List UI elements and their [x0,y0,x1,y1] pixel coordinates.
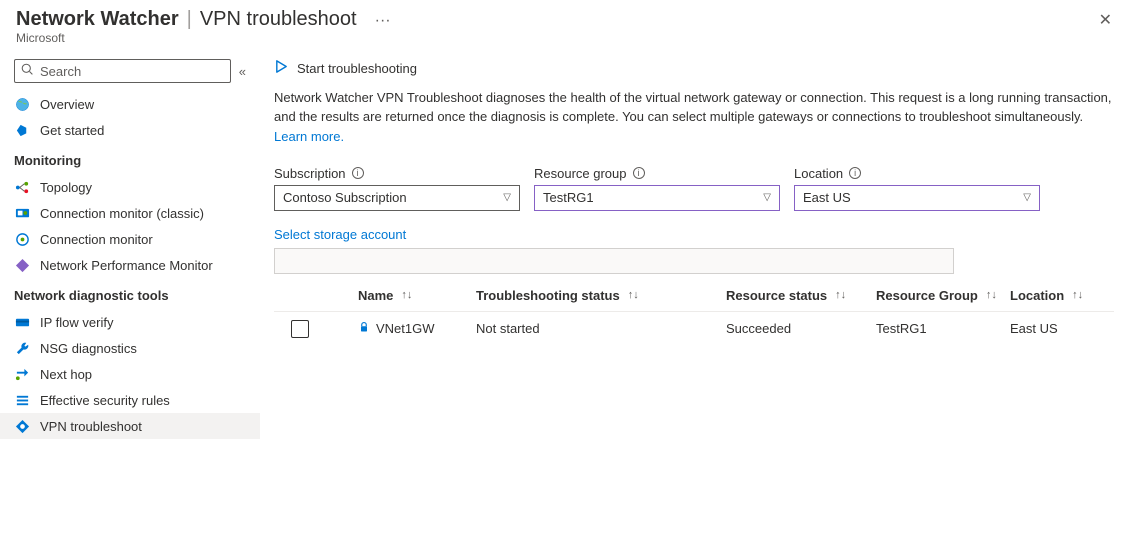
col-header-rg[interactable]: Resource Group↑↓ [876,288,1010,303]
lock-icon [358,321,370,336]
collapse-sidebar-icon[interactable]: « [239,64,246,79]
subscription-dropdown[interactable]: Contoso Subscription ▽ [274,185,520,211]
group-diag: Network diagnostic tools [0,278,260,309]
location-label: Location [794,166,843,181]
description-text: Network Watcher VPN Troubleshoot diagnos… [274,89,1114,129]
sidebar-item-label: Next hop [40,367,92,382]
main-content: Start troubleshooting Network Watcher VP… [260,51,1128,443]
sidebar-item-conn-monitor[interactable]: Connection monitor [0,226,260,252]
results-table: Name↑↓ Troubleshooting status↑↓ Resource… [274,280,1114,346]
cell-rs: Succeeded [726,321,876,336]
col-header-loc[interactable]: Location↑↓ [1010,288,1110,303]
col-header-rs[interactable]: Resource status↑↓ [726,288,876,303]
sidebar-item-overview[interactable]: Overview [0,91,260,117]
sidebar-item-vpn-troubleshoot[interactable]: VPN troubleshoot [0,413,260,439]
close-icon[interactable]: ✕ [1099,10,1112,30]
chevron-down-icon: ▽ [763,192,771,203]
info-icon[interactable]: i [352,167,364,179]
topology-icon [14,179,30,195]
cell-ts: Not started [476,321,726,336]
sort-icon: ↑↓ [622,289,639,301]
monitor-classic-icon [14,205,30,221]
list-icon [14,392,30,408]
sort-icon: ↑↓ [395,289,412,301]
group-monitoring: Monitoring [0,143,260,174]
table-row[interactable]: VNet1GW Not started Succeeded TestRG1 Ea… [274,311,1114,346]
dropdown-value: East US [803,190,851,205]
cell-loc: East US [1010,321,1110,336]
sidebar-item-label: Connection monitor [40,232,153,247]
rocket-icon [14,122,30,138]
col-header-name[interactable]: Name↑↓ [358,288,476,303]
sidebar-item-label: Overview [40,97,94,112]
sort-icon: ↑↓ [829,289,846,301]
filter-row: Subscription i Contoso Subscription ▽ Re… [274,166,1114,211]
sort-icon: ↑↓ [980,289,997,301]
page-name: VPN troubleshoot [200,8,357,31]
header-subtitle: Microsoft [16,31,1112,45]
card-icon [14,314,30,330]
sidebar-item-next-hop[interactable]: Next hop [0,361,260,387]
play-icon[interactable] [274,59,289,77]
sidebar-item-label: NSG diagnostics [40,341,137,356]
row-checkbox[interactable] [291,320,309,338]
sidebar-item-get-started[interactable]: Get started [0,117,260,143]
info-icon[interactable]: i [633,167,645,179]
search-icon [21,63,34,79]
info-icon[interactable]: i [849,167,861,179]
sidebar: Search « Overview Get started Monitoring… [0,51,260,443]
sidebar-item-conn-monitor-classic[interactable]: Connection monitor (classic) [0,200,260,226]
vpn-icon [14,418,30,434]
dropdown-value: Contoso Subscription [283,190,407,205]
cell-value: VNet1GW [376,321,435,336]
sidebar-item-label: Connection monitor (classic) [40,206,204,221]
table-header-row: Name↑↓ Troubleshooting status↑↓ Resource… [274,280,1114,311]
sidebar-item-nsg[interactable]: NSG diagnostics [0,335,260,361]
learn-more-link[interactable]: Learn more. [274,129,344,144]
sidebar-item-npm[interactable]: Network Performance Monitor [0,252,260,278]
select-storage-link[interactable]: Select storage account [274,227,406,242]
sidebar-item-label: VPN troubleshoot [40,419,142,434]
sidebar-item-ip-flow[interactable]: IP flow verify [0,309,260,335]
sidebar-item-label: Effective security rules [40,393,170,408]
chevron-down-icon: ▽ [1023,192,1031,203]
sidebar-item-esr[interactable]: Effective security rules [0,387,260,413]
swap-icon [14,366,30,382]
location-dropdown[interactable]: East US ▽ [794,185,1040,211]
search-input[interactable]: Search [14,59,231,83]
resource-name-cell[interactable]: VNet1GW [358,321,435,336]
sidebar-item-label: IP flow verify [40,315,113,330]
rg-label: Resource group [534,166,627,181]
monitor-icon [14,231,30,247]
wrench-icon [14,340,30,356]
sort-icon: ↑↓ [1066,289,1083,301]
search-placeholder: Search [40,64,81,79]
start-troubleshooting-button[interactable]: Start troubleshooting [297,61,417,76]
header: Network Watcher | VPN troubleshoot ··· M… [0,0,1128,51]
subscription-label: Subscription [274,166,346,181]
dropdown-value: TestRG1 [543,190,594,205]
resource-group-dropdown[interactable]: TestRG1 ▽ [534,185,780,211]
more-actions[interactable]: ··· [361,12,391,30]
sidebar-item-label: Network Performance Monitor [40,258,213,273]
col-header-ts[interactable]: Troubleshooting status↑↓ [476,288,726,303]
title-divider: | [183,8,196,31]
cell-rg: TestRG1 [876,321,1010,336]
sidebar-item-topology[interactable]: Topology [0,174,260,200]
chevron-down-icon: ▽ [503,192,511,203]
diamond-icon [14,257,30,273]
toolbar: Start troubleshooting [274,55,1114,89]
service-name: Network Watcher [16,8,179,31]
globe-icon [14,96,30,112]
page-title: Network Watcher | VPN troubleshoot ··· [16,8,1112,31]
sidebar-item-label: Topology [40,180,92,195]
sidebar-item-label: Get started [40,123,104,138]
table-filter-bar[interactable] [274,248,954,274]
